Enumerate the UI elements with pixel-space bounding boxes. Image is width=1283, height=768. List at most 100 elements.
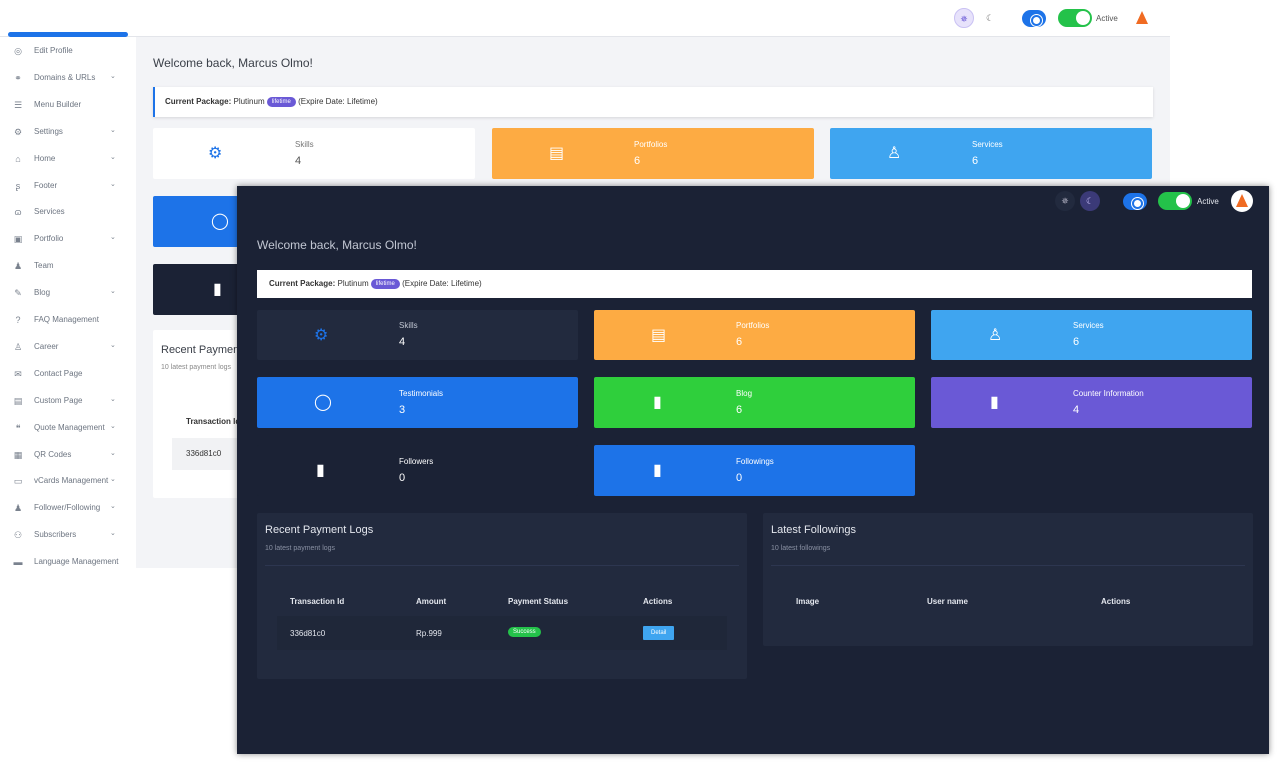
card-title: Services <box>1073 321 1104 330</box>
book-icon: ▮ <box>653 462 662 479</box>
card-value: 6 <box>1073 336 1080 348</box>
home-icon: ⌂ <box>15 153 21 164</box>
users-icon: ♟ <box>13 503 23 514</box>
card-value: 3 <box>399 404 406 416</box>
hands-icon: ɷ <box>14 207 22 218</box>
followings-card[interactable]: ▮ Followings 0 <box>594 445 915 496</box>
col-user-name: User name <box>927 597 968 606</box>
chevron-down-icon: ⌄ <box>110 72 116 80</box>
chevron-down-icon: ⌄ <box>110 449 116 457</box>
sidebar-item-subscribers[interactable]: ⚇ Subscribers ⌄ <box>0 527 136 545</box>
card-title: Skills <box>295 140 314 149</box>
card-title: Services <box>972 140 1003 149</box>
language-icon: ▬ <box>13 557 23 568</box>
blog-card[interactable]: ▮ Blog 6 <box>594 377 915 428</box>
counter-information-card[interactable]: ▮ Counter Information 4 <box>931 377 1252 428</box>
sidebar-item-label: Language Management <box>34 557 119 567</box>
portfolios-card[interactable]: ▤ Portfolios 6 <box>594 310 915 360</box>
status-label: Active <box>1096 14 1118 23</box>
package-name: Plutinum <box>233 97 265 106</box>
panel-subtitle: 10 latest payment logs <box>265 545 336 552</box>
sidebar: ◎ Edit Profile ⚭ Domains & URLs ⌄ ☰ Menu Build… <box>0 37 136 568</box>
followers-card[interactable]: ▮ Followers 0 <box>257 445 578 496</box>
panel-subtitle: 10 latest payment logs <box>161 364 232 371</box>
card-title: Followings <box>736 457 774 466</box>
status-toggle[interactable] <box>1158 192 1192 210</box>
services-card[interactable]: ♙ Services 6 <box>931 310 1252 360</box>
card-title: Counter Information <box>1073 389 1144 398</box>
sidebar-item-label: Portfolio <box>34 234 64 244</box>
sidebar-item-language-management[interactable]: ▬ Language Management <box>0 554 136 568</box>
dark-mode-button[interactable]: ☾ <box>980 8 1000 28</box>
panel-title: Recent Payment Logs <box>265 524 374 536</box>
package-expire: (Expire Date: Lifetime) <box>402 279 482 288</box>
preview-eye-button[interactable] <box>1123 193 1147 210</box>
sidebar-item-career[interactable]: ♙ Career ⌄ <box>0 339 136 357</box>
transaction-id: 336d81c0 <box>290 629 326 638</box>
services-card[interactable]: ♙ Services 6 <box>830 128 1152 179</box>
team-icon: ♟ <box>13 261 23 272</box>
quote-icon: ❝ <box>15 422 21 433</box>
sidebar-item-quote-management[interactable]: ❝ Quote Management ⌄ <box>0 420 136 438</box>
file-icon: ▮ <box>653 394 662 411</box>
chevron-down-icon: ⌄ <box>110 153 116 161</box>
user-avatar[interactable] <box>1231 190 1253 212</box>
package-bar: Current Package: Plutinum lifetime (Expi… <box>153 87 1153 117</box>
career-icon: ♙ <box>13 341 23 352</box>
payment-logs-panel: Recent Payment Logs 10 latest payment lo… <box>257 513 747 679</box>
sidebar-item-footer[interactable]: ʂ Footer ⌄ <box>0 178 136 196</box>
sidebar-item-portfolio[interactable]: ▣ Portfolio ⌄ <box>0 231 136 249</box>
sidebar-item-qr-codes[interactable]: ▦ QR Codes ⌄ <box>0 447 136 465</box>
page-title: Welcome back, Marcus Olmo! <box>257 238 417 252</box>
table-row: 336d81c0 Rp.999 Success Detail <box>277 616 727 650</box>
skills-card[interactable]: ⚙ Skills 4 <box>257 310 578 360</box>
card-title: Portfolios <box>634 140 668 149</box>
card-value: 4 <box>295 155 302 167</box>
sidebar-item-edit-profile[interactable]: ◎ Edit Profile <box>0 43 136 61</box>
package-label: Current Package: <box>269 279 336 288</box>
sidebar-item-label: vCards Management <box>34 476 109 486</box>
sidebar-item-custom-page[interactable]: ▤ Custom Page ⌄ <box>0 393 136 411</box>
testimonials-card[interactable]: ◯ Testimonials 3 <box>257 377 578 428</box>
card-title: Testimonials <box>399 389 444 398</box>
sidebar-item-label: Follower/Following <box>34 503 101 513</box>
sidebar-item-follower-following[interactable]: ♟ Follower/Following ⌄ <box>0 500 136 518</box>
sidebar-item-services[interactable]: ɷ Services <box>0 204 136 222</box>
blog-icon: ✎ <box>14 288 22 299</box>
top-navbar: ✵ ☾ Active <box>0 0 1170 37</box>
panel-divider <box>771 565 1245 566</box>
package-bar: Current Package: Plutinum lifetime (Expi… <box>257 270 1252 298</box>
book-icon: ▮ <box>990 394 999 411</box>
col-actions: Actions <box>643 597 673 606</box>
sidebar-item-label: Settings <box>34 126 63 136</box>
sidebar-item-home[interactable]: ⌂ Home ⌄ <box>0 151 136 169</box>
sidebar-item-label: Quote Management <box>34 422 105 432</box>
transaction-id: 336d81c0 <box>186 449 222 458</box>
sidebar-item-contact-page[interactable]: ✉ Contact Page <box>0 366 136 384</box>
detail-button[interactable]: Detail <box>643 626 675 640</box>
card-title: Blog <box>736 389 753 398</box>
id-card-icon: ▤ <box>549 145 565 162</box>
skills-card[interactable]: ⚙ Skills 4 <box>153 128 475 179</box>
light-mode-button[interactable]: ✵ <box>1055 191 1075 211</box>
light-mode-button[interactable]: ✵ <box>954 8 974 28</box>
sidebar-item-faq-management[interactable]: ? FAQ Management <box>0 312 136 330</box>
sidebar-item-menu-builder[interactable]: ☰ Menu Builder <box>0 97 136 115</box>
status-toggle[interactable] <box>1058 9 1092 27</box>
sidebar-item-blog[interactable]: ✎ Blog ⌄ <box>0 285 136 303</box>
sidebar-item-settings[interactable]: ⚙ Settings ⌄ <box>0 124 136 142</box>
dark-mode-button[interactable]: ☾ <box>1080 191 1100 211</box>
card-value: 6 <box>972 155 979 167</box>
sidebar-item-label: Blog <box>34 288 51 298</box>
sidebar-item-vcards-management[interactable]: ▭ vCards Management ⌄ <box>0 473 136 491</box>
sidebar-item-label: QR Codes <box>34 449 72 459</box>
preview-eye-button[interactable] <box>1022 10 1046 27</box>
sidebar-item-team[interactable]: ♟ Team <box>0 258 136 276</box>
package-name: Plutinum <box>337 279 369 288</box>
envelope-icon: ✉ <box>14 368 22 379</box>
panel-title: Latest Followings <box>771 524 856 536</box>
portfolios-card[interactable]: ▤ Portfolios 6 <box>492 128 814 179</box>
user-avatar[interactable] <box>1131 7 1153 29</box>
latest-followings-panel: Latest Followings 10 latest followings I… <box>763 513 1253 646</box>
sidebar-item-domains-urls[interactable]: ⚭ Domains & URLs ⌄ <box>0 70 136 88</box>
